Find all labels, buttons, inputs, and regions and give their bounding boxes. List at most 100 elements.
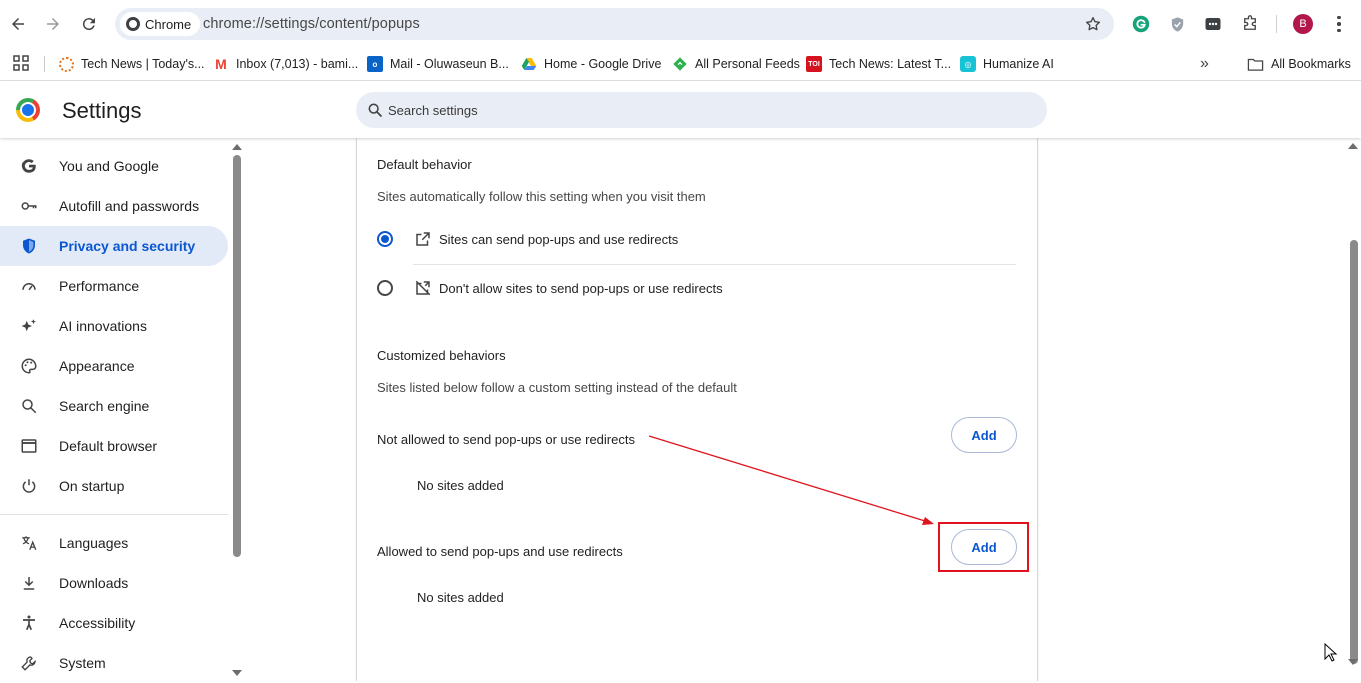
- sidebar-item-label: Languages: [59, 535, 129, 551]
- sidebar-item-privacy-security[interactable]: Privacy and security: [0, 226, 228, 266]
- puzzle-icon: [1244, 15, 1256, 30]
- back-button[interactable]: [5, 11, 31, 37]
- sidebar-item-default-browser[interactable]: Default browser: [0, 426, 228, 466]
- bookmark-item[interactable]: TOI Tech News: Latest T...: [806, 54, 951, 74]
- allowed-empty-text: No sites added: [417, 590, 504, 605]
- chrome-chip[interactable]: Chrome: [120, 12, 201, 36]
- allowed-label: Allowed to send pop-ups and use redirect…: [377, 544, 623, 559]
- extensions-button[interactable]: [1240, 14, 1260, 34]
- download-icon: [19, 573, 39, 593]
- apps-button[interactable]: [13, 53, 29, 73]
- radio-allow-popups[interactable]: Sites can send pop-ups and use redirects: [377, 220, 1017, 260]
- bookmark-label: Inbox (7,013) - bami...: [236, 57, 359, 71]
- drive-icon: [521, 58, 537, 70]
- all-bookmarks-button[interactable]: All Bookmarks: [1247, 54, 1351, 74]
- popups-settings-card: Default behavior Sites automatically fol…: [356, 138, 1038, 681]
- browser-toolbar: Chrome chrome://settings/content/popups …: [0, 0, 1361, 47]
- password-extension[interactable]: [1203, 14, 1223, 34]
- shield-check-icon: [1171, 16, 1183, 32]
- radio-label: Sites can send pop-ups and use redirects: [439, 232, 679, 247]
- sidebar-item-accessibility[interactable]: Accessibility: [0, 603, 228, 643]
- reload-icon: [82, 18, 95, 31]
- apps-grid-icon: [13, 55, 29, 71]
- main-scroll-up-arrow[interactable]: [1348, 143, 1358, 149]
- feedly-icon: [673, 57, 687, 71]
- bookmark-label: Mail - Oluwaseun B...: [390, 57, 509, 71]
- search-settings-box[interactable]: [356, 92, 1047, 128]
- sidebar-scroll-down-arrow[interactable]: [232, 670, 242, 676]
- sidebar-item-label: Performance: [59, 278, 140, 294]
- sidebar-divider: [0, 514, 228, 515]
- main-scrollbar-thumb[interactable]: [1350, 240, 1358, 664]
- radio-button-checked[interactable]: [377, 231, 393, 247]
- radio-block-popups[interactable]: Don't allow sites to send pop-ups or use…: [377, 269, 1017, 309]
- sidebar-item-performance[interactable]: Performance: [0, 266, 228, 306]
- grammarly-icon: [1132, 15, 1150, 33]
- sidebar-item-system[interactable]: System: [0, 643, 228, 683]
- sidebar-item-downloads[interactable]: Downloads: [0, 563, 228, 603]
- folder-icon: [1247, 58, 1264, 71]
- main-scroll-down-arrow[interactable]: [1348, 659, 1358, 665]
- shield-extension[interactable]: [1167, 14, 1187, 34]
- open-in-new-icon: [416, 232, 430, 246]
- sidebar-item-on-startup[interactable]: On startup: [0, 466, 228, 506]
- sidebar-item-autofill[interactable]: Autofill and passwords: [0, 186, 228, 226]
- sidebar-item-label: Accessibility: [59, 615, 136, 631]
- grammarly-extension[interactable]: [1131, 14, 1151, 34]
- palette-icon: [19, 356, 39, 376]
- arrow-left-icon: [12, 18, 24, 30]
- mouse-cursor-icon: [1324, 643, 1338, 662]
- search-icon: [368, 103, 382, 117]
- shield-icon: [19, 236, 39, 256]
- chrome-logo-icon: [16, 98, 40, 122]
- bookmark-star-icon[interactable]: [1084, 15, 1102, 33]
- reload-button[interactable]: [76, 11, 102, 37]
- annotation-highlight-box: [938, 522, 1029, 572]
- password-dots-icon: [1205, 18, 1221, 30]
- sidebar-item-label: On startup: [59, 478, 125, 494]
- bookmark-item[interactable]: M Inbox (7,013) - bami...: [213, 54, 358, 74]
- add-not-allowed-button[interactable]: Add: [951, 417, 1017, 453]
- google-g-icon: [19, 156, 39, 176]
- bookmark-item[interactable]: Tech News | Today's...: [59, 54, 205, 74]
- sidebar-item-search-engine[interactable]: Search engine: [0, 386, 228, 426]
- not-allowed-label: Not allowed to send pop-ups or use redir…: [377, 432, 635, 447]
- all-bookmarks-label: All Bookmarks: [1271, 57, 1351, 71]
- customized-behaviors-subtitle: Sites listed below follow a custom setti…: [377, 380, 737, 395]
- humanize-icon: ◎: [960, 56, 976, 72]
- settings-sidebar: You and Google Autofill and passwords Pr…: [0, 138, 232, 681]
- toolbar-divider: [1276, 15, 1277, 33]
- wrench-icon: [19, 653, 39, 673]
- chrome-menu-button[interactable]: [1329, 13, 1349, 35]
- arrow-right-icon: [47, 18, 59, 30]
- sidebar-scroll-up-arrow[interactable]: [232, 144, 242, 150]
- sidebar-item-label: Appearance: [59, 358, 135, 374]
- forward-button[interactable]: [40, 11, 66, 37]
- popup-blocked-icon: [415, 280, 431, 296]
- sidebar-item-label: You and Google: [59, 158, 159, 174]
- customized-behaviors-title: Customized behaviors: [377, 348, 506, 363]
- sidebar-item-label: System: [59, 655, 106, 671]
- url-text[interactable]: chrome://settings/content/popups: [203, 16, 420, 32]
- sidebar-item-label: AI innovations: [59, 318, 147, 334]
- default-behavior-title: Default behavior: [377, 157, 472, 172]
- sidebar-item-appearance[interactable]: Appearance: [0, 346, 228, 386]
- sidebar-scrollbar-thumb[interactable]: [233, 155, 241, 557]
- more-bookmarks-button[interactable]: »: [1200, 54, 1209, 74]
- sidebar-item-ai-innovations[interactable]: AI innovations: [0, 306, 228, 346]
- search-input[interactable]: [388, 92, 1028, 128]
- not-allowed-empty-text: No sites added: [417, 478, 504, 493]
- bookmark-item[interactable]: o Mail - Oluwaseun B...: [367, 54, 509, 74]
- sidebar-item-languages[interactable]: Languages: [0, 523, 228, 563]
- bookmark-label: Tech News | Today's...: [81, 57, 205, 71]
- power-icon: [19, 476, 39, 496]
- chrome-logo-icon: [126, 17, 140, 31]
- profile-avatar[interactable]: B: [1293, 14, 1313, 34]
- bookmark-item[interactable]: All Personal Feeds: [672, 54, 800, 74]
- address-bar[interactable]: Chrome chrome://settings/content/popups: [115, 8, 1114, 40]
- radio-label: Don't allow sites to send pop-ups or use…: [439, 281, 723, 296]
- sidebar-item-you-and-google[interactable]: You and Google: [0, 146, 228, 186]
- bookmark-item[interactable]: Home - Google Drive: [521, 54, 661, 74]
- radio-button-unchecked[interactable]: [377, 280, 393, 296]
- bookmark-item[interactable]: ◎ Humanize AI: [960, 54, 1054, 74]
